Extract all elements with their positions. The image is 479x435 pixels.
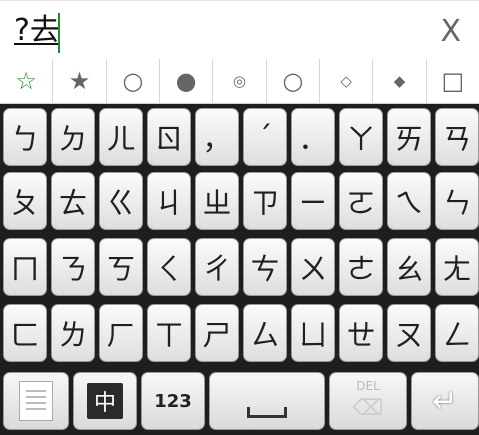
key[interactable]: ㄞ xyxy=(387,108,431,166)
key[interactable]: ㄎ xyxy=(99,238,143,296)
numbers-label: 123 xyxy=(154,390,192,412)
candidate-item[interactable]: ◇ xyxy=(320,59,374,103)
key[interactable]: ㄤ xyxy=(435,238,479,296)
candidate-item[interactable]: ○ xyxy=(107,59,160,103)
key-row-3: ㄇ ㄋ ㄎ ㄑ ㄔ ㄘ ㄨ ㄜ ㄠ ㄤ xyxy=(3,238,479,296)
key[interactable]: ㄍ xyxy=(99,172,143,230)
delete-button[interactable]: DEL ⌫ xyxy=(329,372,407,430)
key[interactable]: ˊ xyxy=(243,108,287,166)
key[interactable]: ㄉ xyxy=(51,108,95,166)
key[interactable]: ㄊ xyxy=(51,172,95,230)
key[interactable]: ㄡ xyxy=(387,304,431,362)
key[interactable]: ㄝ xyxy=(339,304,383,362)
language-icon: 中 xyxy=(87,383,123,419)
key[interactable]: ㄒ xyxy=(147,304,191,362)
key[interactable]: ㄦ xyxy=(99,108,143,166)
key[interactable]: ㄖ xyxy=(147,108,191,166)
key[interactable]: ㄓ xyxy=(195,172,239,230)
key[interactable]: ㄔ xyxy=(195,238,239,296)
close-composing-button[interactable]: X xyxy=(440,15,461,49)
key[interactable]: ㄕ xyxy=(195,304,239,362)
key[interactable]: ㄥ xyxy=(435,304,479,362)
text-caret xyxy=(58,13,60,53)
numbers-button[interactable]: 123 xyxy=(141,372,205,430)
key[interactable]: ㄙ xyxy=(243,304,287,362)
key-row-4: ㄈ ㄌ ㄏ ㄒ ㄕ ㄙ ㄩ ㄝ ㄡ ㄥ xyxy=(3,304,479,362)
key[interactable]: ㄘ xyxy=(243,238,287,296)
key[interactable]: ㄑ xyxy=(147,238,191,296)
delete-icon: ⌫ xyxy=(352,395,384,421)
key[interactable]: ㄈ xyxy=(3,304,47,362)
key[interactable]: ㄇ xyxy=(3,238,47,296)
ime-screen: ?去 X ☆ ★ ○ ● ◎ ○ ◇ ◆ □ ㄅ ㄉ ㄦ ㄖ ， ˊ ． ㄚ ㄞ… xyxy=(0,0,479,435)
key[interactable]: ㄣ xyxy=(435,172,479,230)
key[interactable]: ㄐ xyxy=(147,172,191,230)
key[interactable]: ， xyxy=(195,108,239,166)
keyboard: ㄅ ㄉ ㄦ ㄖ ， ˊ ． ㄚ ㄞ ㄢ ㄆ ㄊ ㄍ ㄐ ㄓ ㄗ ㄧ ㄛ ㄟ ㄣ … xyxy=(0,104,479,435)
key[interactable]: ㄛ xyxy=(339,172,383,230)
key[interactable]: ㄠ xyxy=(387,238,431,296)
key[interactable]: ㄗ xyxy=(243,172,287,230)
space-icon xyxy=(247,406,287,418)
key[interactable]: ㄏ xyxy=(99,304,143,362)
enter-icon: ↵ xyxy=(432,383,458,419)
composing-text: ?去 xyxy=(14,13,60,48)
key[interactable]: ㄆ xyxy=(3,172,47,230)
language-switch-button[interactable]: 中 xyxy=(73,372,137,430)
key[interactable]: ㄧ xyxy=(291,172,335,230)
key-row-2: ㄆ ㄊ ㄍ ㄐ ㄓ ㄗ ㄧ ㄛ ㄟ ㄣ xyxy=(3,172,479,230)
candidate-item[interactable]: ☆ xyxy=(0,59,54,103)
candidate-bar: ☆ ★ ○ ● ◎ ○ ◇ ◆ □ xyxy=(0,59,479,104)
candidate-item[interactable]: ◆ xyxy=(373,59,427,103)
key-row-1: ㄅ ㄉ ㄦ ㄖ ， ˊ ． ㄚ ㄞ ㄢ xyxy=(3,108,479,166)
key[interactable]: ㄚ xyxy=(339,108,383,166)
key[interactable]: ㄨ xyxy=(291,238,335,296)
candidate-item[interactable]: □ xyxy=(427,59,479,103)
key[interactable]: ㄋ xyxy=(51,238,95,296)
candidate-item[interactable]: ★ xyxy=(53,59,107,103)
clipboard-icon xyxy=(19,381,53,421)
key-row-bottom: 中 123 DEL ⌫ ↵ xyxy=(3,372,479,430)
key[interactable]: ． xyxy=(291,108,335,166)
key[interactable]: ㄜ xyxy=(339,238,383,296)
candidate-item[interactable]: ◎ xyxy=(213,59,267,103)
enter-button[interactable]: ↵ xyxy=(411,372,479,430)
key[interactable]: ㄩ xyxy=(291,304,335,362)
key[interactable]: ㄌ xyxy=(51,304,95,362)
key[interactable]: ㄟ xyxy=(387,172,431,230)
delete-label: DEL xyxy=(356,379,380,393)
key[interactable]: ㄅ xyxy=(3,108,47,166)
candidate-item[interactable]: ○ xyxy=(267,59,320,103)
candidate-item[interactable]: ● xyxy=(160,59,214,103)
space-button[interactable] xyxy=(209,372,325,430)
composing-bar: ?去 X xyxy=(0,0,479,59)
clipboard-button[interactable] xyxy=(3,372,69,430)
key[interactable]: ㄢ xyxy=(435,108,479,166)
